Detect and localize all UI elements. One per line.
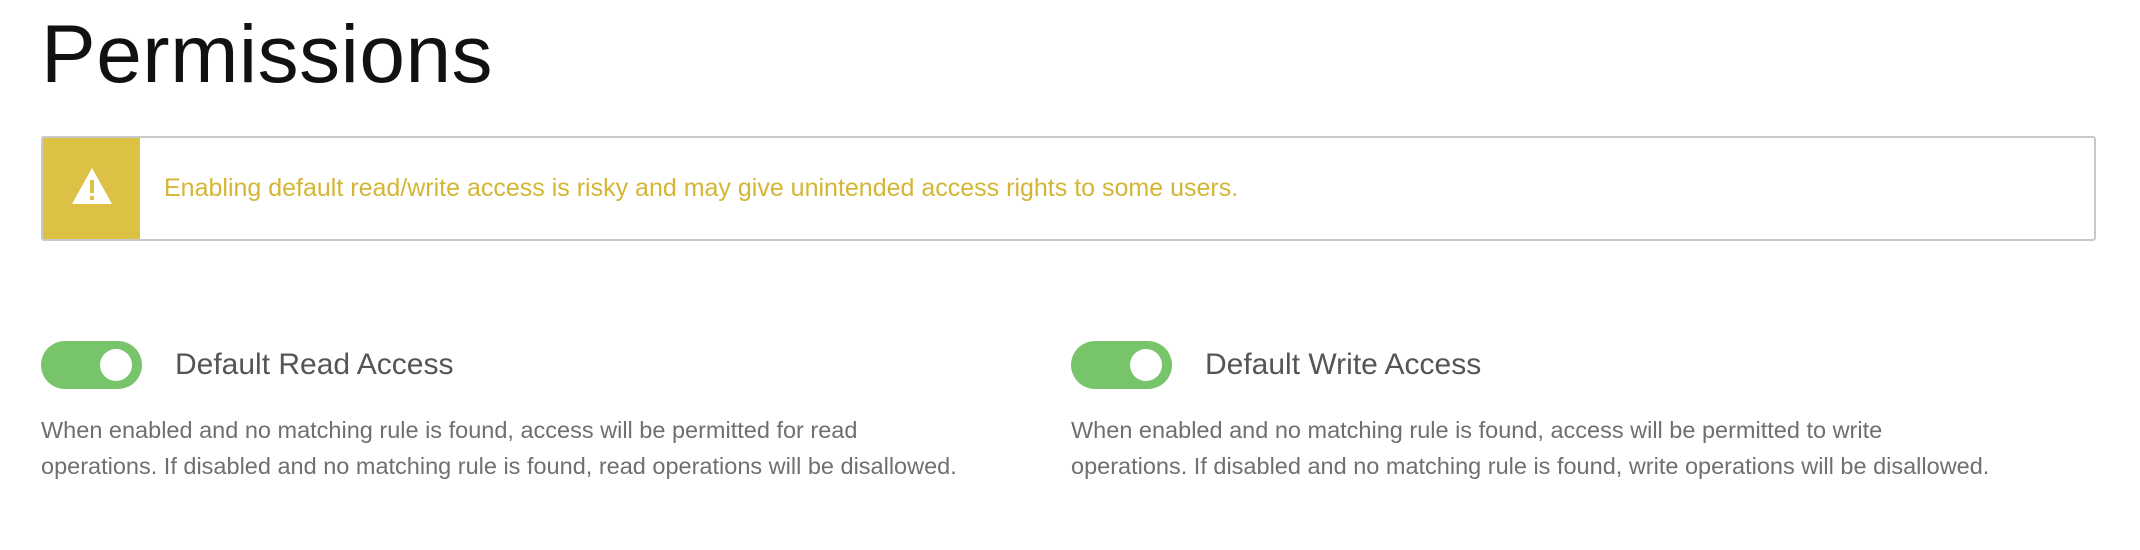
default-write-access-description: When enabled and no matching rule is fou… bbox=[1071, 412, 2071, 484]
default-read-access-setting: Default Read Access When enabled and no … bbox=[41, 340, 1041, 484]
toggle-knob bbox=[1130, 349, 1162, 381]
toggle-line: Default Write Access bbox=[1071, 340, 2071, 390]
alert-icon-container bbox=[43, 138, 140, 239]
warning-alert: Enabling default read/write access is ri… bbox=[41, 136, 2096, 241]
page-title: Permissions bbox=[41, 9, 494, 100]
alert-message: Enabling default read/write access is ri… bbox=[164, 174, 1239, 202]
default-read-access-description: When enabled and no matching rule is fou… bbox=[41, 412, 1041, 484]
default-write-access-toggle[interactable] bbox=[1071, 341, 1172, 389]
description-line: operations. If disabled and no matching … bbox=[41, 453, 957, 479]
toggle-knob bbox=[100, 349, 132, 381]
permissions-page: Permissions Enabling default read/write … bbox=[41, 0, 2096, 479]
default-read-access-toggle[interactable] bbox=[41, 341, 142, 389]
toggle-line: Default Read Access bbox=[41, 340, 1041, 390]
description-line: When enabled and no matching rule is fou… bbox=[41, 417, 858, 443]
default-write-access-label: Default Write Access bbox=[1205, 348, 1482, 381]
default-access-settings: Default Read Access When enabled and no … bbox=[41, 340, 2096, 490]
description-line: When enabled and no matching rule is fou… bbox=[1071, 417, 1883, 443]
warning-triangle-icon bbox=[71, 167, 113, 210]
default-write-access-setting: Default Write Access When enabled and no… bbox=[1071, 340, 2071, 484]
default-read-access-label: Default Read Access bbox=[175, 348, 454, 381]
description-line: operations. If disabled and no matching … bbox=[1071, 453, 1990, 479]
